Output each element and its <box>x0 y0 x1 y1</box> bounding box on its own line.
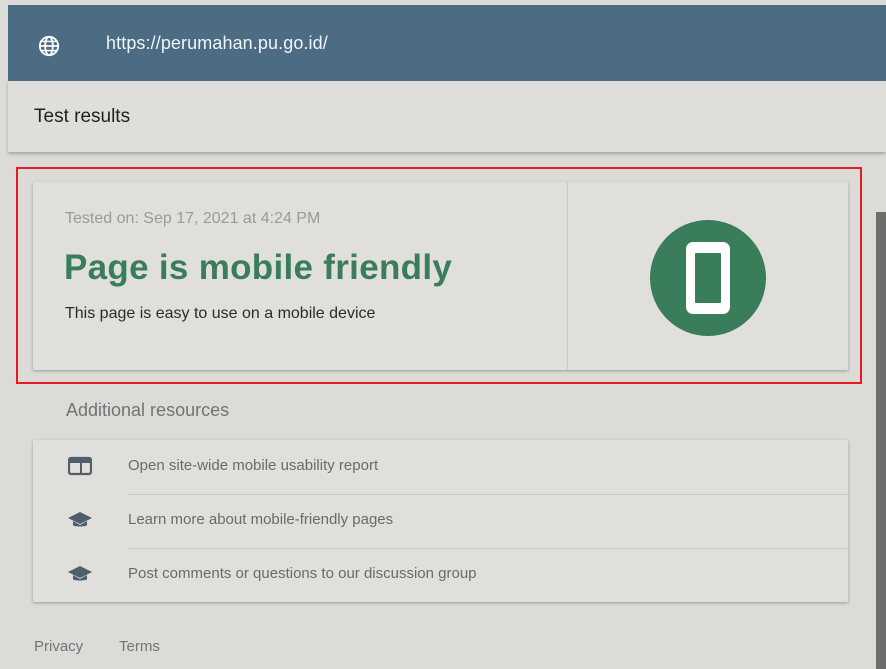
result-title: Page is mobile friendly <box>64 248 453 287</box>
graduation-cap-icon <box>68 566 92 581</box>
resource-label: Post comments or questions to our discus… <box>128 565 477 582</box>
phone-body <box>686 242 730 314</box>
resource-label: Learn more about mobile-friendly pages <box>128 511 394 528</box>
resource-item-usability-report[interactable]: Open site-wide mobile usability report <box>33 440 848 494</box>
result-card: Tested on: Sep 17, 2021 at 4:24 PM Page … <box>33 182 848 370</box>
page-title: Test results <box>34 106 131 127</box>
results-header: Test results <box>8 81 886 152</box>
report-icon <box>68 456 92 476</box>
page: https://perumahan.pu.go.id/ Test results… <box>0 0 886 669</box>
result-description: This page is easy to use on a mobile dev… <box>65 305 376 322</box>
resource-label: Open site-wide mobile usability report <box>128 457 379 474</box>
resource-item-learn-more[interactable]: Learn more about mobile-friendly pages <box>33 494 848 548</box>
resource-item-discussion-group[interactable]: Post comments or questions to our discus… <box>33 548 848 602</box>
resources-card: Open site-wide mobile usability report L… <box>33 440 848 602</box>
url-bar: https://perumahan.pu.go.id/ <box>8 5 886 81</box>
mobile-phone-icon <box>650 220 766 336</box>
url-text[interactable]: https://perumahan.pu.go.id/ <box>106 33 328 54</box>
terms-link[interactable]: Terms <box>119 638 160 655</box>
resources-title: Additional resources <box>66 400 230 420</box>
result-divider <box>567 182 568 370</box>
phone-screen <box>695 253 721 303</box>
tested-on-text: Tested on: Sep 17, 2021 at 4:24 PM <box>65 210 321 227</box>
scrollbar[interactable] <box>876 212 886 669</box>
privacy-link[interactable]: Privacy <box>34 638 83 655</box>
globe-icon <box>38 35 60 57</box>
graduation-cap-icon <box>68 512 92 527</box>
